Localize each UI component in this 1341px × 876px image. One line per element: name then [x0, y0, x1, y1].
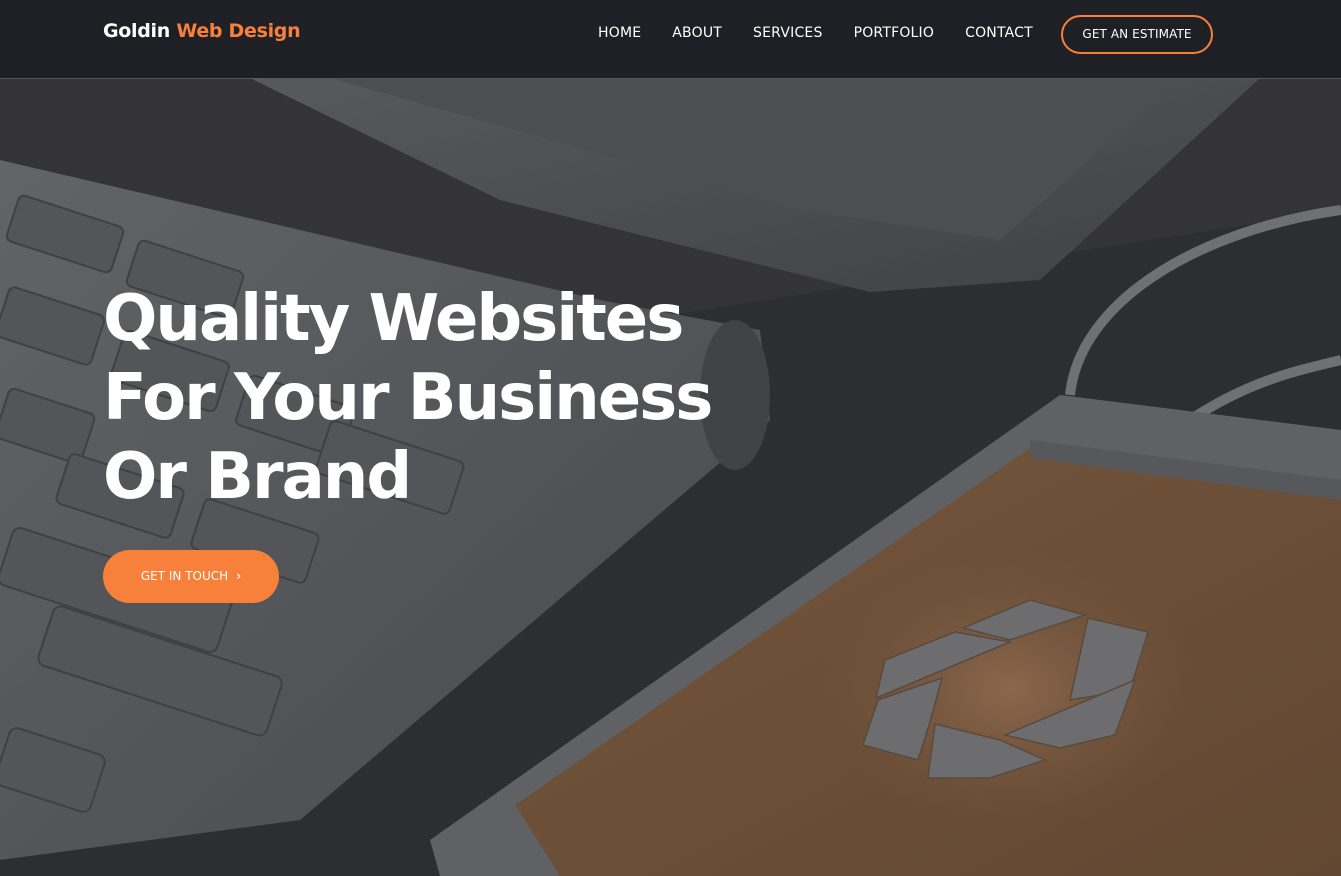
hero-headline-line-1: Quality Websites	[103, 282, 684, 356]
chevron-right-icon: ›	[236, 569, 242, 583]
nav-portfolio[interactable]: PORTFOLIO	[854, 25, 935, 41]
main-nav: HOME ABOUT SERVICES PORTFOLIO CONTACT	[598, 25, 1064, 41]
nav-services[interactable]: SERVICES	[753, 25, 823, 41]
hero-headline-line-2: For Your Business	[103, 361, 713, 435]
logo-text-primary: Goldin	[103, 20, 171, 42]
get-in-touch-button[interactable]: GET IN TOUCH ›	[103, 550, 279, 603]
get-estimate-button[interactable]: GET AN ESTIMATE	[1061, 15, 1213, 54]
hero-headline-line-3: Or Brand	[103, 440, 412, 514]
landing-page: Goldin Web Design HOME ABOUT SERVICES PO…	[0, 0, 1341, 876]
site-logo[interactable]: Goldin Web Design	[103, 20, 301, 42]
logo-text-accent: Web Design	[176, 20, 301, 42]
nav-contact[interactable]: CONTACT	[965, 25, 1033, 41]
nav-home[interactable]: HOME	[598, 25, 641, 41]
nav-about[interactable]: ABOUT	[672, 25, 722, 41]
site-header: Goldin Web Design HOME ABOUT SERVICES PO…	[0, 0, 1341, 79]
get-in-touch-label: GET IN TOUCH	[140, 569, 229, 583]
hero-headline: Quality Websites For Your Business Or Br…	[103, 280, 803, 517]
